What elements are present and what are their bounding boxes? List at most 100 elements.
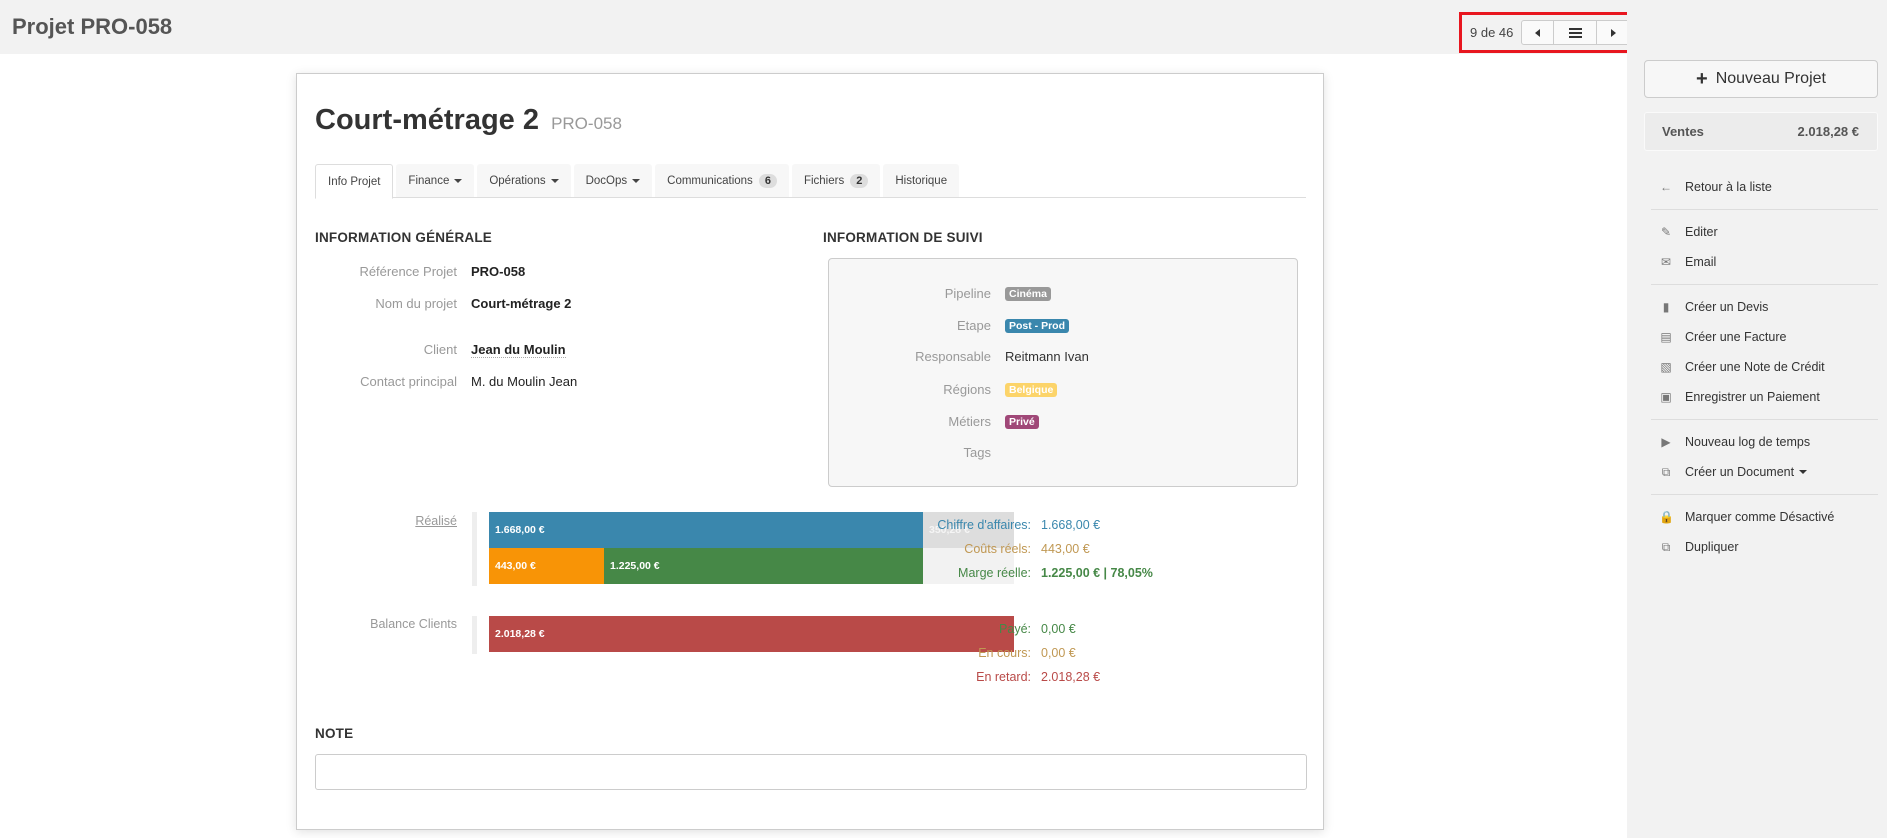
suivi-row-regions: Régions Belgique: [829, 381, 1289, 397]
bar-divider: [472, 512, 477, 586]
field-value: Reitmann Ivan: [1005, 349, 1089, 364]
caret-down-icon: [632, 178, 641, 183]
menu-divider: [1651, 284, 1878, 285]
menu-item-new-time-log[interactable]: ▶ Nouveau log de temps: [1651, 427, 1878, 457]
documents-icon: ⧉: [1661, 464, 1671, 479]
actions-menu: ← Retour à la liste ✎ Editer ✉ Email ▮ Créer…: [1651, 172, 1878, 562]
stat-value: 1.668,00 €: [1041, 518, 1101, 532]
suivi-row-etape: Etape Post - Prod: [829, 317, 1289, 333]
tab-label: Historique: [895, 174, 948, 187]
tab-operations[interactable]: Opérations: [477, 164, 571, 197]
menu-label: Nouveau log de temps: [1685, 435, 1811, 449]
stat-paye: Payé: 0,00 €: [901, 622, 1076, 636]
stat-label: Chiffre d'affaires:: [937, 518, 1031, 532]
sales-value: 2.018,28 €: [1797, 124, 1859, 139]
field-label: Etape: [957, 317, 991, 333]
tab-fichiers[interactable]: Fichiers 2: [791, 164, 881, 197]
tab-finance[interactable]: Finance: [396, 164, 475, 197]
count-badge: 6: [758, 173, 777, 188]
credit-card-icon: ▣: [1660, 390, 1672, 404]
menu-item-record-payment[interactable]: ▣ Enregistrer un Paiement: [1651, 382, 1878, 412]
menu-item-create-credit-note[interactable]: ▧ Créer une Note de Crédit: [1651, 352, 1878, 382]
menu-item-create-document[interactable]: ⧉ Créer un Document: [1651, 457, 1878, 487]
next-record-button[interactable]: [1597, 21, 1629, 44]
info-row-client: Client Jean du Moulin: [315, 342, 735, 358]
pager-button-group: [1521, 20, 1630, 45]
caret-left-icon: [1535, 28, 1540, 37]
list-icon: [1568, 27, 1582, 38]
menu-item-duplicate[interactable]: ⧉ Dupliquer: [1651, 532, 1878, 562]
menu-item-create-invoice[interactable]: ▤ Créer une Facture: [1651, 322, 1878, 352]
menu-item-email[interactable]: ✉ Email: [1651, 247, 1878, 277]
list-view-button[interactable]: [1554, 21, 1597, 44]
stat-chiffre-affaires: Chiffre d'affaires: 1.668,00 €: [901, 518, 1100, 532]
menu-divider: [1651, 419, 1878, 420]
file-icon: ▮: [1662, 300, 1670, 314]
stat-label: Marge réelle:: [958, 566, 1031, 580]
suivi-row-metiers: Métiers Privé: [829, 413, 1289, 429]
caret-down-icon: [454, 178, 463, 183]
tab-label: Finance: [408, 174, 450, 187]
count-badge: 2: [850, 173, 869, 188]
menu-label: Editer: [1685, 225, 1718, 239]
note-field[interactable]: [315, 754, 1307, 790]
tab-label: Communications: [667, 174, 753, 187]
new-project-button[interactable]: + Nouveau Projet: [1644, 60, 1878, 98]
previous-record-button[interactable]: [1522, 21, 1554, 44]
menu-divider: [1651, 494, 1878, 495]
project-card: Court-métrage 2 PRO-058 Info Projet Fina…: [296, 73, 1324, 830]
field-value: M. du Moulin Jean: [471, 374, 578, 389]
tracking-info-heading: INFORMATION DE SUIVI: [823, 230, 983, 245]
stat-couts-reels: Coûts réels: 443,00 €: [901, 542, 1090, 556]
tab-historique[interactable]: Historique: [883, 164, 960, 197]
menu-label: Créer une Note de Crédit: [1685, 360, 1825, 374]
bar-segment-chiffre-affaires: 1.668,00 €: [489, 512, 923, 548]
play-icon: ▶: [1661, 435, 1671, 449]
menu-item-deactivate[interactable]: 🔒 Marquer comme Désactivé: [1651, 502, 1878, 532]
project-name: Court-métrage 2: [315, 104, 539, 136]
pipeline-tag: Cinéma: [1005, 287, 1051, 301]
stat-en-retard: En retard: 2.018,28 €: [901, 670, 1100, 684]
field-label: Responsable: [915, 349, 991, 364]
menu-label: Créer un Document: [1685, 465, 1795, 479]
info-row-reference: Référence Projet PRO-058: [315, 264, 735, 279]
stat-value: 0,00 €: [1041, 622, 1076, 636]
project-tabs: Info Projet Finance Opérations DocOps Co…: [315, 164, 1306, 199]
field-label: Régions: [943, 381, 991, 397]
tab-communications[interactable]: Communications 6: [655, 164, 789, 197]
tab-label: Opérations: [489, 174, 546, 187]
tab-docops[interactable]: DocOps: [573, 164, 653, 197]
project-title: Court-métrage 2 PRO-058: [315, 104, 622, 137]
tab-label: DocOps: [585, 174, 628, 187]
general-info-heading: INFORMATION GÉNÉRALE: [315, 230, 492, 245]
field-label: Tags: [963, 445, 991, 460]
arrow-left-icon: ←: [1660, 180, 1672, 194]
menu-label: Créer une Facture: [1685, 330, 1787, 344]
lock-icon: 🔒: [1659, 510, 1674, 524]
duplicate-icon: ⧉: [1661, 539, 1671, 554]
menu-label: Enregistrer un Paiement: [1685, 390, 1820, 404]
menu-item-back-to-list[interactable]: ← Retour à la liste: [1651, 172, 1878, 202]
record-pager: 9 de 46: [1459, 12, 1634, 53]
menu-item-edit[interactable]: ✎ Editer: [1651, 217, 1878, 247]
right-sidebar: + Nouveau Projet Ventes 2.018,28 € ← Reto…: [1627, 0, 1887, 838]
stat-value: 443,00 €: [1041, 542, 1090, 556]
menu-item-create-quote[interactable]: ▮ Créer un Devis: [1651, 292, 1878, 322]
envelope-icon: ✉: [1660, 255, 1672, 269]
stage-tag: Post - Prod: [1005, 319, 1070, 333]
tab-info-projet[interactable]: Info Projet: [315, 164, 394, 199]
trade-tag: Privé: [1005, 415, 1039, 429]
client-link[interactable]: Jean du Moulin: [471, 342, 566, 358]
receipt-icon: ▧: [1660, 360, 1672, 374]
file-text-icon: ▤: [1660, 330, 1672, 344]
info-row-contact: Contact principal M. du Moulin Jean: [315, 374, 735, 389]
realise-link[interactable]: Réalisé: [357, 514, 457, 528]
tab-label: Info Projet: [328, 175, 381, 188]
field-label: Client: [423, 342, 457, 357]
stat-en-cours: En cours: 0,00 €: [901, 646, 1076, 660]
caret-right-icon: [1610, 28, 1616, 37]
stat-marge-reelle: Marge réelle: 1.225,00 € | 78,05%: [901, 566, 1153, 580]
sales-label: Ventes: [1662, 124, 1704, 139]
stat-label: En retard:: [976, 670, 1031, 684]
stat-label: Coûts réels:: [964, 542, 1031, 556]
